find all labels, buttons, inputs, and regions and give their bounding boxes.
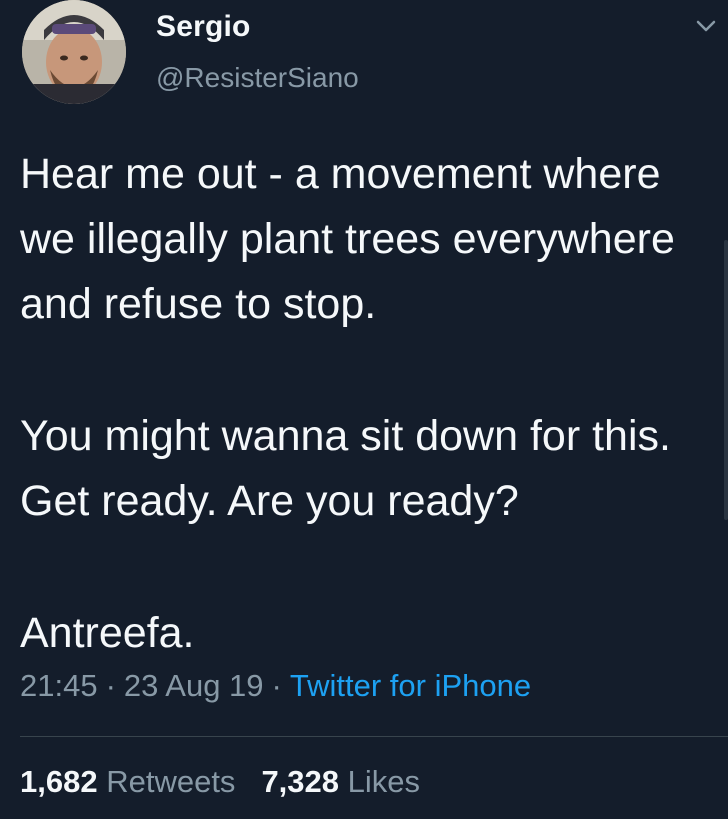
meta-separator: · [271, 668, 282, 703]
tweet-paragraph: You might wanna sit down for this. Get r… [20, 412, 671, 525]
meta-separator: · [105, 668, 116, 703]
avatar-image [22, 0, 126, 104]
retweets-count: 1,682 [20, 764, 98, 799]
tweet-time[interactable]: 21:45 [20, 668, 98, 703]
display-name[interactable]: Sergio [156, 10, 251, 44]
tweet: Sergio @ResisterSiano Hear me out - a mo… [0, 0, 728, 819]
divider [20, 736, 728, 737]
tweet-paragraph: Hear me out - a movement where we illega… [20, 150, 675, 328]
likes-stat[interactable]: 7,328 Likes [261, 764, 420, 799]
tweet-paragraph: Antreefa. [20, 609, 195, 657]
tweet-stats: 1,682 Retweets 7,328 Likes [20, 764, 420, 800]
user-handle[interactable]: @ResisterSiano [156, 62, 359, 94]
tweet-source-link[interactable]: Twitter for iPhone [290, 668, 531, 703]
tweet-meta: 21:45 · 23 Aug 19 · Twitter for iPhone [20, 668, 531, 704]
tweet-date[interactable]: 23 Aug 19 [124, 668, 264, 703]
avatar[interactable] [22, 0, 126, 104]
likes-label: Likes [347, 764, 421, 799]
chevron-down-icon[interactable] [694, 14, 718, 38]
likes-count: 7,328 [261, 764, 340, 799]
scrollbar[interactable] [724, 240, 728, 520]
retweets-label: Retweets [106, 764, 236, 799]
tweet-text: Hear me out - a movement where we illega… [20, 142, 720, 666]
retweets-stat[interactable]: 1,682 Retweets [20, 764, 235, 799]
